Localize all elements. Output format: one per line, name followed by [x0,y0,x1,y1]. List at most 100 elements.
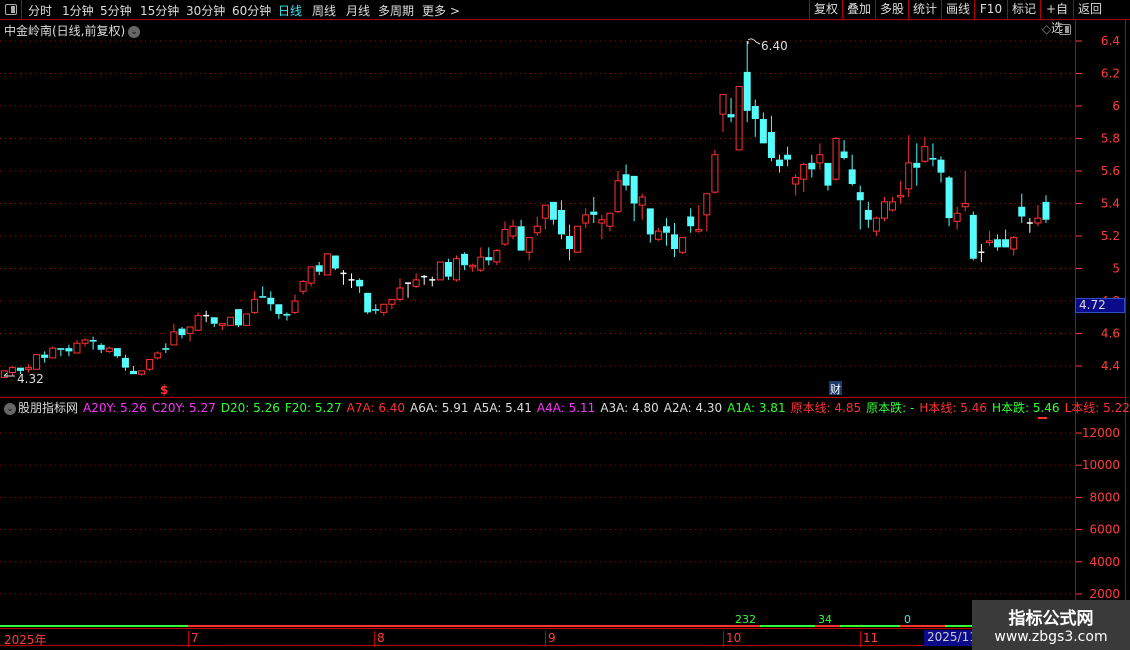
signal-count: 232 [735,613,756,626]
candle [929,158,937,160]
indicator-value: L本线: 5.22 [1064,401,1130,415]
axis-divider [1075,20,1076,630]
candle [921,146,929,162]
candle [614,180,622,213]
candle [687,216,695,227]
indicator-name[interactable]: 股朋指标网 [18,401,78,415]
candle [33,354,41,370]
price-tick-label: 5.6 [1101,164,1120,178]
candle [65,348,73,352]
candle [945,177,953,219]
candle [541,204,549,219]
current-date-label: 2025/11/ [924,630,976,646]
candle [598,219,606,224]
candle [1034,217,1042,224]
candle [703,193,711,216]
indicator-value: A6A: 5.91 [410,401,469,415]
candle [864,210,872,220]
price-tick-label: 5.2 [1101,229,1120,243]
volume-tick-label: 12000 [1082,426,1120,440]
candle [283,314,291,316]
candle [848,169,856,184]
high-price-marker: 6.40 [761,39,788,53]
candle [759,119,767,144]
candle [622,174,630,186]
candle [695,229,703,232]
candle [307,266,315,284]
candle [630,175,638,204]
candle [130,370,137,375]
candle [566,236,574,249]
watermark-title: 指标公式网 [1008,609,1094,629]
indicator-value: 原本线: 4.85 [790,401,862,415]
finance-marker: 财 [830,382,841,396]
candle [808,162,816,170]
candle [582,214,590,224]
candle [1002,239,1010,248]
indicator-value: A2A: 4.30 [663,401,723,415]
candle [299,281,307,292]
price-tick-label: 4.4 [1101,359,1120,373]
candle [533,225,541,234]
candle [105,347,113,352]
candle [113,348,121,357]
candle [226,316,234,326]
volume-tick-label: 4000 [1089,555,1120,569]
candle [73,342,81,354]
candle [89,340,97,342]
candle [671,234,679,249]
candle [501,229,509,245]
candle [784,154,792,160]
volume-tick-label: 8000 [1089,490,1120,504]
candle [679,237,687,253]
volume-tick-label: 10000 [1082,458,1120,472]
price-tick-label: 4.6 [1101,327,1120,341]
candle [267,297,275,305]
candle [549,201,557,220]
indicator-header: ⌄ 股朋指标网 A20Y: 5.26 C20Y: 5.27 D20: 5.26 F20: … [4,399,1130,416]
watermark: 指标公式网 www.zbgs3.com [972,600,1130,650]
candle [994,239,1002,248]
candlestick-chart[interactable]: 6.46.265.85.65.45.254.84.64.412000100008… [0,0,1130,650]
candle [493,250,501,263]
candle [291,300,299,313]
candle [557,210,565,235]
candle [880,201,888,219]
price-tick-label: 5 [1112,262,1120,276]
watermark-url: www.zbgs3.com [994,629,1108,645]
date-label: 10 [723,631,741,647]
indicator-value: H本线: 5.46 [919,401,987,415]
candle [727,114,735,118]
date-label: 9 [545,631,556,647]
candle [41,354,49,358]
candle [146,359,154,370]
candle [856,192,864,201]
candle [824,162,832,186]
candle [234,309,242,326]
candle [485,257,493,261]
candle [767,132,775,158]
candle [905,162,913,190]
date-label: 2025年 [4,633,47,647]
price-tick-label: 6.2 [1101,67,1120,81]
candle [509,225,517,237]
candle [8,367,16,373]
pane-divider [0,397,1126,398]
candle [251,298,259,313]
chevron-down-icon[interactable]: ⌄ [4,402,16,415]
candle [816,154,824,164]
candle [186,326,194,334]
indicator-value: A5A: 5.41 [473,401,532,415]
high-marker-arrow [747,38,761,45]
candle [574,225,582,253]
candle [412,279,420,287]
candle [97,344,105,350]
candle [243,313,251,326]
candle [654,230,662,240]
signal-count: 34 [818,613,832,626]
low-marker-arrow [3,372,15,377]
date-axis: 2025/11/ 2025年 7 8 9 10 11 [0,628,1126,647]
candle [259,296,267,298]
candle [469,264,477,268]
candle [49,347,57,359]
